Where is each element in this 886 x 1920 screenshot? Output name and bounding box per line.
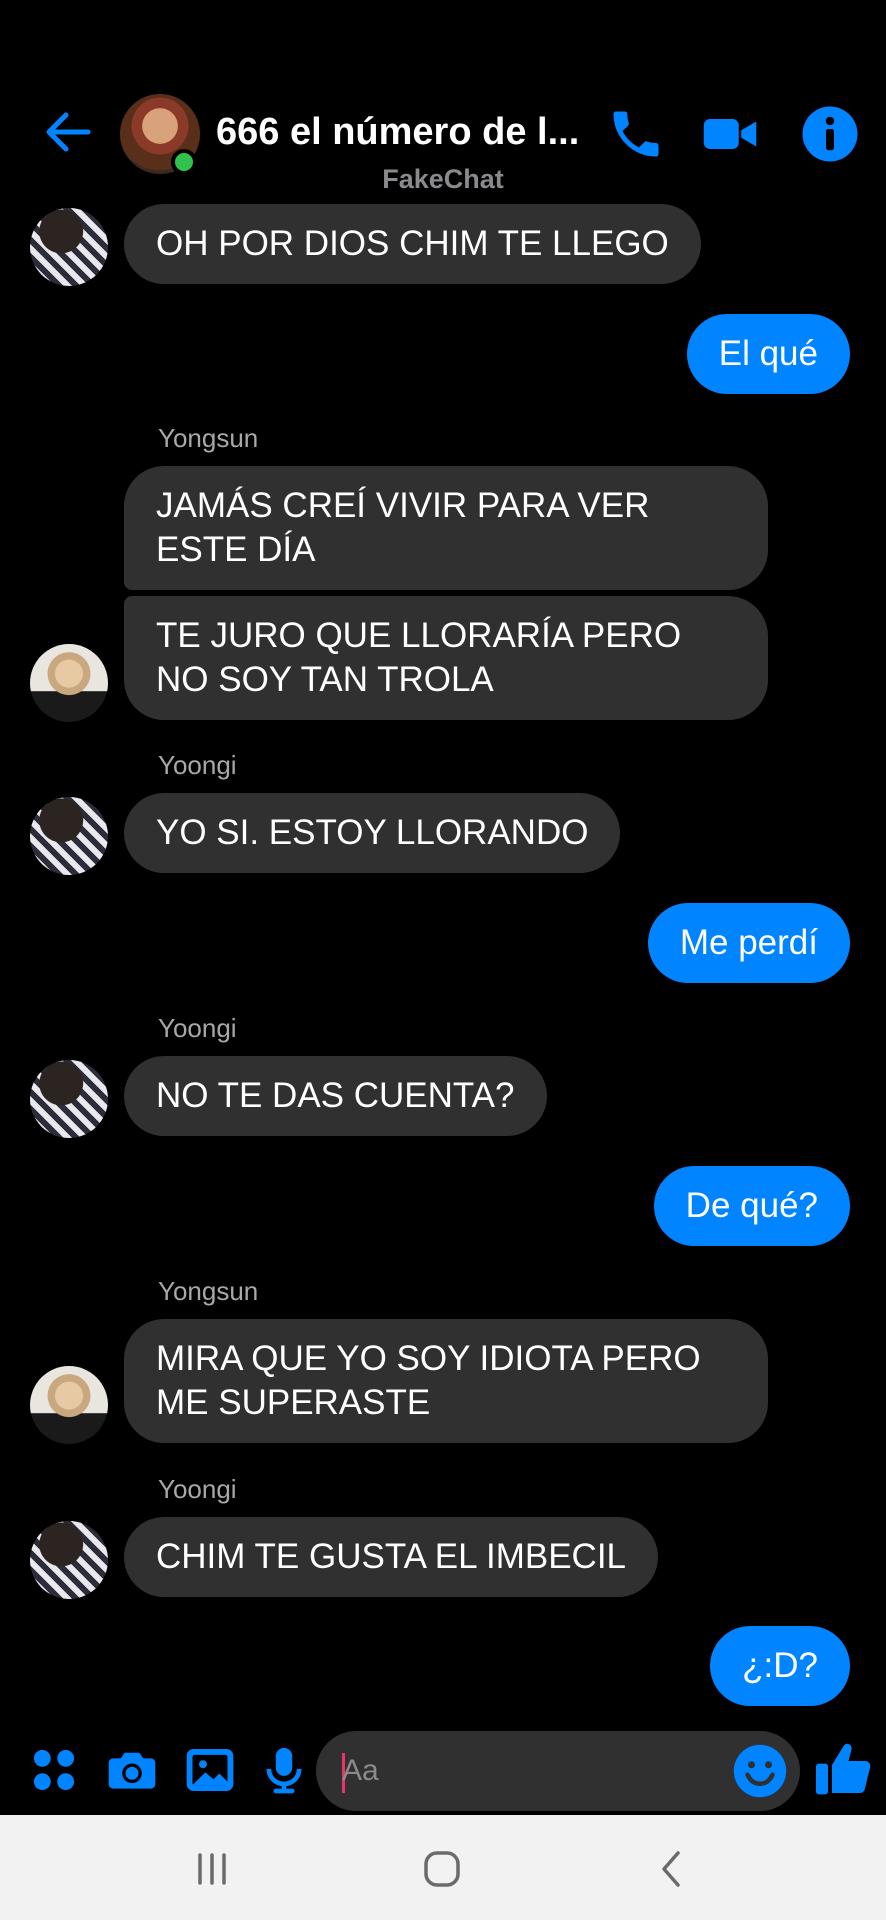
outgoing-message[interactable]: El qué: [686, 314, 850, 394]
yoongi-avatar[interactable]: [30, 208, 108, 286]
gallery-button[interactable]: [182, 1742, 238, 1798]
yoongi-avatar[interactable]: [30, 1060, 108, 1138]
sender-name: Yoongi: [158, 1474, 237, 1504]
image-icon: [186, 1749, 234, 1791]
outgoing-message[interactable]: De qué?: [653, 1166, 850, 1246]
home-icon: [424, 1851, 460, 1887]
message-input-wrapper[interactable]: [316, 1731, 800, 1811]
video-camera-icon: [703, 119, 757, 149]
yoongi-avatar[interactable]: [30, 797, 108, 875]
incoming-message[interactable]: MIRA QUE YO SOY IDIOTA PERO ME SUPERASTE: [124, 1319, 768, 1443]
emoji-icon: [733, 1744, 787, 1798]
back-arrow-icon: [46, 112, 91, 152]
camera-icon: [108, 1752, 156, 1789]
sender-name: Yoongi: [158, 750, 237, 780]
recent-apps-icon: [198, 1853, 226, 1885]
incoming-message[interactable]: CHIM TE GUSTA EL IMBECIL: [124, 1517, 659, 1597]
back-button[interactable]: [40, 108, 96, 156]
apps-grid-icon: [33, 1749, 75, 1791]
camera-button[interactable]: [104, 1742, 160, 1798]
outgoing-message[interactable]: ¿:D?: [710, 1626, 850, 1706]
phone-icon: [613, 111, 659, 157]
chat-subtitle: FakeChat: [382, 164, 504, 194]
home-button[interactable]: [410, 1837, 474, 1901]
sender-name: Yongsun: [158, 423, 259, 453]
call-button[interactable]: [606, 104, 666, 164]
system-navigation-bar: [0, 1815, 886, 1920]
chevron-left-icon: [662, 1851, 680, 1887]
incoming-message[interactable]: JAMÁS CREÍ VIVIR PARA VER ESTE DÍA: [124, 466, 768, 590]
voice-message-button[interactable]: [256, 1742, 312, 1798]
incoming-message[interactable]: YO SI. ESTOY LLORANDO: [124, 793, 621, 873]
online-status-indicator: [171, 149, 197, 175]
yongsun-avatar[interactable]: [30, 1366, 108, 1444]
apps-button[interactable]: [26, 1742, 82, 1798]
info-icon: [802, 106, 858, 162]
incoming-message[interactable]: NO TE DAS CUENTA?: [124, 1056, 547, 1136]
incoming-message[interactable]: TE JURO QUE LLORARÍA PERO NO SOY TAN TRO…: [124, 596, 768, 720]
yoongi-avatar[interactable]: [30, 1521, 108, 1599]
yongsun-avatar[interactable]: [30, 644, 108, 722]
recent-apps-button[interactable]: [180, 1837, 244, 1901]
system-back-button[interactable]: [640, 1837, 704, 1901]
chat-title[interactable]: 666 el número de l...: [216, 108, 586, 156]
info-button[interactable]: [800, 104, 860, 164]
outgoing-message[interactable]: Me perdí: [647, 903, 850, 983]
thumbs-up-icon: [816, 1743, 871, 1795]
like-button[interactable]: [812, 1737, 876, 1801]
message-input[interactable]: [342, 1731, 722, 1811]
message-composer: [0, 1725, 886, 1815]
chat-header: 666 el número de l... FakeChat: [0, 0, 886, 200]
message-list[interactable]: OH POR DIOS CHIM TE LLEGO El qué Yongsun…: [0, 200, 886, 1725]
video-call-button[interactable]: [700, 104, 760, 164]
sender-name: Yoongi: [158, 1013, 237, 1043]
incoming-message[interactable]: OH POR DIOS CHIM TE LLEGO: [124, 204, 701, 284]
sender-name: Yongsun: [158, 1276, 259, 1306]
emoji-button[interactable]: [730, 1741, 790, 1801]
microphone-icon: [266, 1747, 302, 1794]
